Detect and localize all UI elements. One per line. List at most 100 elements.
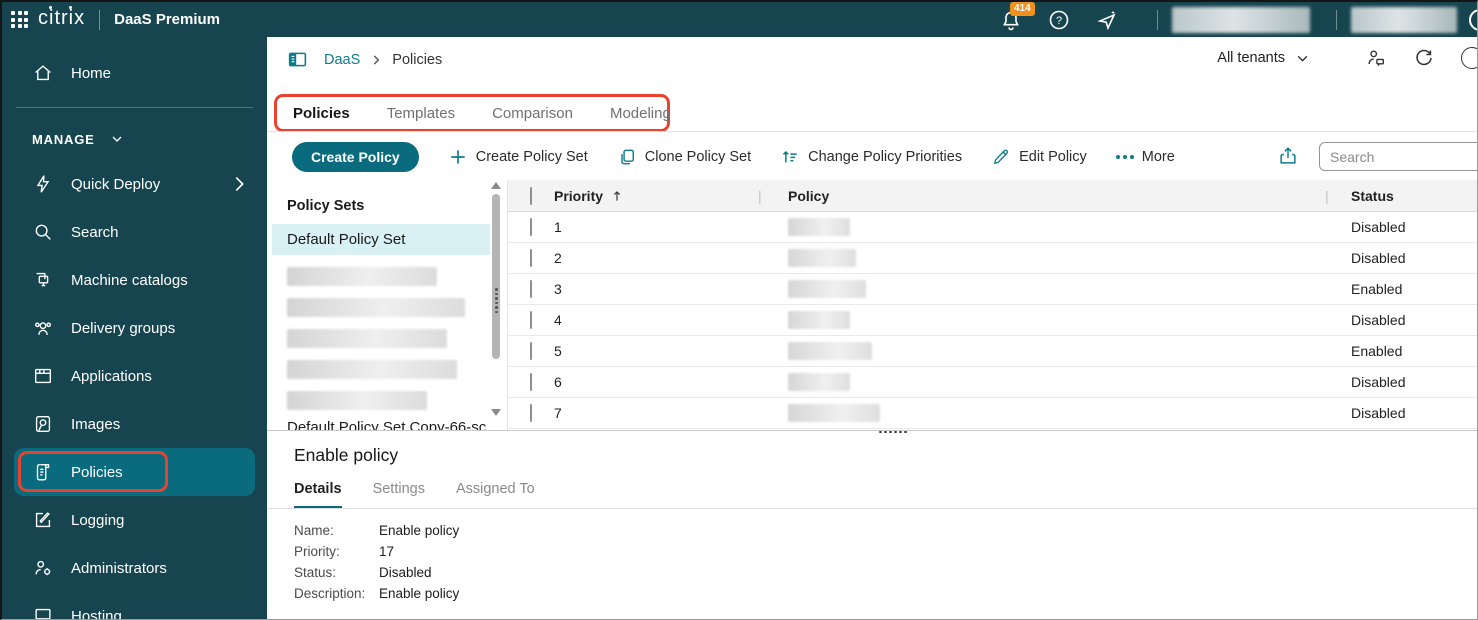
- scroll-up-arrow[interactable]: [491, 182, 501, 189]
- sort-ascending-icon[interactable]: [610, 189, 624, 203]
- sidebar-item-administrators[interactable]: Administrators: [2, 544, 267, 592]
- manage-section-toggle[interactable]: MANAGE: [2, 118, 267, 160]
- sidebar-toggle-icon[interactable]: [287, 49, 308, 70]
- sidebar-item-machine-catalogs[interactable]: Machine catalogs: [2, 256, 267, 304]
- citrix-logo: citrix: [38, 7, 86, 29]
- sidebar-item-label: Search: [71, 223, 119, 241]
- column-header-priority[interactable]: Priority: [554, 188, 603, 204]
- row-checkbox[interactable]: [530, 373, 532, 391]
- policy-tabs-annotated: Policies Templates Comparison Modeling: [274, 94, 671, 132]
- sidebar-item-hosting[interactable]: Hosting: [2, 592, 267, 619]
- table-row[interactable]: 4 Disabled: [508, 305, 1477, 336]
- tab-modeling[interactable]: Modeling: [610, 105, 671, 122]
- sidebar-item-logging[interactable]: Logging: [2, 496, 267, 544]
- policies-table: Priority | Policy | Status 1 Disabled 2 …: [507, 180, 1477, 430]
- chevron-right-icon: [228, 173, 250, 195]
- support-chat-icon[interactable]: [1365, 47, 1387, 69]
- sidebar-item-label: Home: [71, 64, 112, 82]
- edit-policy-button[interactable]: Edit Policy: [991, 147, 1087, 167]
- sidebar-item-home[interactable]: Home: [2, 49, 267, 97]
- manage-label: MANAGE: [32, 131, 95, 147]
- policy-set-item-clipped[interactable]: Default Policy Set Copy-66-sc: [287, 419, 486, 430]
- row-checkbox[interactable]: [530, 342, 532, 360]
- redacted-policy-name: [788, 311, 850, 329]
- sidebar-item-label: Delivery groups: [71, 319, 176, 337]
- table-row[interactable]: 7 Disabled: [508, 398, 1477, 429]
- sidebar-item-policies[interactable]: Policies: [14, 448, 255, 496]
- sidebar-item-label: Machine catalogs: [71, 271, 188, 289]
- tab-templates[interactable]: Templates: [387, 105, 455, 122]
- table-row[interactable]: 1 Disabled: [508, 212, 1477, 243]
- scroll-down-arrow[interactable]: [491, 409, 501, 416]
- tab-details[interactable]: Details: [294, 481, 342, 509]
- sidebar-item-label: Administrators: [71, 559, 167, 577]
- chevron-down-icon: [109, 131, 125, 147]
- notifications-bell-icon[interactable]: 414: [999, 2, 1035, 32]
- refresh-icon[interactable]: [1413, 47, 1435, 69]
- hosting-icon: [32, 605, 54, 619]
- policy-detail-panel: Enable policy Details Settings Assigned …: [267, 430, 1477, 619]
- tab-policies[interactable]: Policies: [293, 105, 350, 122]
- clipped-topbar-icon[interactable]: [1469, 8, 1477, 31]
- policies-icon: [32, 461, 54, 483]
- sidebar-item-delivery-groups[interactable]: Delivery groups: [2, 304, 267, 352]
- guided-tour-icon[interactable]: [1095, 8, 1119, 32]
- create-policy-button[interactable]: Create Policy: [292, 142, 419, 172]
- more-button[interactable]: More: [1115, 149, 1175, 165]
- field-value-status: Disabled: [379, 565, 432, 580]
- table-row[interactable]: 5 Enabled: [508, 336, 1477, 367]
- row-checkbox[interactable]: [530, 404, 532, 422]
- search-input[interactable]: [1319, 142, 1477, 171]
- tab-comparison[interactable]: Comparison: [492, 105, 573, 122]
- table-row[interactable]: 6 Disabled: [508, 367, 1477, 398]
- panel-resize-handle[interactable]: [495, 288, 498, 313]
- change-policy-priorities-button[interactable]: Change Policy Priorities: [780, 147, 962, 167]
- table-row[interactable]: 3 Enabled: [508, 274, 1477, 305]
- sidebar-item-applications[interactable]: Applications: [2, 352, 267, 400]
- tab-settings[interactable]: Settings: [373, 481, 425, 509]
- tenant-selector[interactable]: All tenants: [1217, 50, 1310, 66]
- help-icon[interactable]: ?: [1047, 8, 1071, 32]
- redacted-policy-set[interactable]: [287, 267, 437, 286]
- row-checkbox[interactable]: [530, 311, 532, 329]
- policy-sets-title: Policy Sets: [287, 198, 365, 214]
- export-icon[interactable]: [1277, 145, 1299, 167]
- tab-assigned-to[interactable]: Assigned To: [456, 481, 535, 509]
- field-label-name: Name:: [294, 523, 334, 538]
- row-checkbox[interactable]: [530, 280, 532, 298]
- row-checkbox[interactable]: [530, 218, 532, 236]
- sidebar-item-quick-deploy[interactable]: Quick Deploy: [2, 160, 267, 208]
- search-icon: [32, 221, 54, 243]
- redacted-policy-set[interactable]: [287, 391, 427, 410]
- column-header-status[interactable]: Status: [1351, 188, 1394, 204]
- content-region: Policy Sets Default Policy Set Default P…: [267, 180, 1477, 433]
- sidebar-item-label: Policies: [71, 463, 123, 481]
- select-all-checkbox[interactable]: [530, 186, 532, 205]
- change-policy-priorities-label: Change Policy Priorities: [808, 149, 963, 165]
- detail-tabs-divider: [267, 508, 1477, 509]
- redacted-policy-set[interactable]: [287, 298, 465, 317]
- main-header: DaaS Policies All tenants: [267, 37, 1477, 83]
- row-checkbox[interactable]: [530, 249, 532, 267]
- field-label-status: Status:: [294, 565, 337, 580]
- sidebar-item-images[interactable]: Images: [2, 400, 267, 448]
- redacted-policy-name: [788, 218, 850, 236]
- clone-policy-set-button[interactable]: Clone Policy Set: [617, 147, 751, 167]
- breadcrumb-root-link[interactable]: DaaS: [324, 52, 360, 68]
- redacted-policy-set[interactable]: [287, 329, 447, 348]
- app-launcher-icon[interactable]: [11, 11, 28, 28]
- clipped-header-icon[interactable]: [1461, 47, 1477, 69]
- lightning-icon: [32, 173, 54, 195]
- priority-cell: 5: [554, 343, 562, 359]
- column-header-policy[interactable]: Policy: [788, 188, 829, 204]
- edit-policy-label: Edit Policy: [1019, 149, 1087, 165]
- scrollbar-thumb[interactable]: [492, 194, 500, 359]
- redacted-policy-set[interactable]: [287, 360, 457, 379]
- sidebar-item-label: Images: [71, 415, 121, 433]
- detail-panel-resize-handle[interactable]: [879, 430, 907, 433]
- sort-priorities-icon: [780, 147, 800, 167]
- policy-set-item-selected[interactable]: Default Policy Set: [272, 224, 490, 255]
- sidebar-item-search[interactable]: Search: [2, 208, 267, 256]
- create-policy-set-button[interactable]: Create Policy Set: [448, 147, 588, 167]
- table-row[interactable]: 2 Disabled: [508, 243, 1477, 274]
